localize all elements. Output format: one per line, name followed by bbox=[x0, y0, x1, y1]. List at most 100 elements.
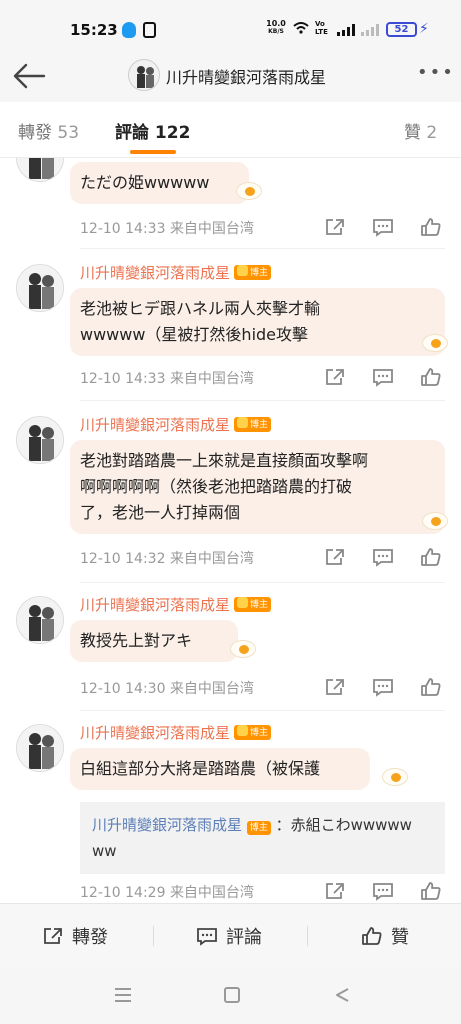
badge-label: 博主 bbox=[250, 268, 269, 278]
comment-actions bbox=[324, 547, 442, 567]
like-button[interactable]: 贊 bbox=[361, 923, 409, 949]
comment-text-line: 老池對踏踏農一上來就是直接顏面攻擊啊 bbox=[80, 451, 369, 470]
share-icon[interactable] bbox=[324, 217, 346, 237]
comment-time: 12-10 14:30 bbox=[80, 681, 166, 697]
signal-2-icon bbox=[361, 24, 379, 36]
comment-time: 12-10 14:33 bbox=[80, 371, 166, 387]
comment-actions bbox=[324, 217, 442, 237]
username[interactable]: 川升晴變銀河落雨成星 bbox=[80, 722, 230, 743]
back-arrow-icon[interactable] bbox=[12, 63, 46, 89]
tab-repost[interactable]: 轉發 53 bbox=[18, 118, 79, 143]
comment-source: 来自中国台湾 bbox=[169, 551, 254, 567]
egg-sticker-icon bbox=[230, 640, 256, 658]
header-avatar[interactable] bbox=[128, 59, 160, 91]
back-triangle-icon[interactable] bbox=[334, 987, 350, 1003]
share-icon bbox=[44, 928, 62, 944]
like-icon[interactable] bbox=[420, 881, 442, 901]
comment-text: 白組這部分大將是踏踏農（被保護 bbox=[70, 748, 371, 790]
wifi-icon bbox=[293, 22, 309, 34]
tab-bar: 轉發 53 評論 122 贊 2 bbox=[0, 102, 461, 158]
volte-indicator: Vo LTE bbox=[315, 20, 328, 36]
like-label: 贊 bbox=[391, 927, 409, 948]
avatar[interactable] bbox=[16, 158, 64, 182]
reply-icon[interactable] bbox=[372, 677, 394, 697]
reply-icon[interactable] bbox=[372, 217, 394, 237]
username[interactable]: 川升晴變銀河落雨成星 bbox=[80, 594, 230, 615]
reply-icon[interactable] bbox=[372, 547, 394, 567]
network-speed-value: 10.0 bbox=[266, 19, 286, 28]
divider bbox=[80, 582, 445, 583]
like-icon[interactable] bbox=[420, 367, 442, 387]
qq-icon bbox=[122, 22, 136, 38]
status-bar: 15:23 10.0 KB/S Vo LTE 52 ⚡ bbox=[0, 0, 461, 52]
reply-preview[interactable]: 川升晴變銀河落雨成星 博主 ：赤組こわwwwww ww bbox=[80, 802, 445, 874]
comment-meta: 12-10 14:33 来自中国台湾 bbox=[80, 218, 254, 238]
share-icon[interactable] bbox=[324, 367, 346, 387]
vip-icon bbox=[237, 725, 249, 736]
comment-button[interactable]: 評論 bbox=[196, 923, 262, 949]
divider bbox=[80, 710, 445, 711]
avatar[interactable] bbox=[16, 416, 64, 464]
app-header: 川升晴變銀河落雨成星 ••• bbox=[0, 52, 461, 102]
avatar[interactable] bbox=[16, 264, 64, 312]
avatar[interactable] bbox=[16, 724, 64, 772]
reply-icon[interactable] bbox=[372, 881, 394, 901]
avatar-illustration bbox=[17, 158, 63, 181]
tab-comments-label: 評論 bbox=[115, 123, 149, 143]
signal-icon bbox=[337, 24, 355, 36]
comment-time: 12-10 14:32 bbox=[80, 551, 166, 567]
comment-source: 来自中国台湾 bbox=[169, 371, 254, 387]
vip-icon bbox=[237, 417, 249, 428]
reply-icon[interactable] bbox=[372, 367, 394, 387]
divider bbox=[80, 248, 445, 249]
username[interactable]: 川升晴變銀河落雨成星 bbox=[80, 262, 230, 283]
comment-author-row: 川升晴變銀河落雨成星 博主 bbox=[80, 262, 272, 283]
like-icon[interactable] bbox=[420, 217, 442, 237]
repost-button[interactable]: 轉發 bbox=[42, 923, 108, 949]
blogger-badge: 博主 bbox=[234, 597, 272, 612]
comment-meta: 12-10 14:30 来自中国台湾 bbox=[80, 678, 254, 698]
comment-text: 教授先上對アキ bbox=[70, 620, 239, 662]
comment-time: 12-10 14:29 bbox=[80, 885, 166, 901]
home-icon[interactable] bbox=[224, 987, 240, 1003]
badge-label: 博主 bbox=[250, 728, 269, 738]
notification-app-icon bbox=[143, 22, 156, 38]
tab-likes-label: 贊 bbox=[404, 123, 421, 143]
comment-source: 来自中国台湾 bbox=[169, 221, 254, 237]
comment-source: 来自中国台湾 bbox=[169, 885, 254, 901]
separator bbox=[153, 926, 154, 946]
tab-repost-count: 53 bbox=[57, 123, 80, 143]
badge-label: 博主 bbox=[250, 600, 269, 610]
avatar-illustration bbox=[17, 597, 63, 643]
divider bbox=[80, 400, 445, 401]
more-options-icon[interactable]: ••• bbox=[417, 62, 455, 83]
egg-sticker-icon bbox=[236, 182, 262, 200]
avatar[interactable] bbox=[16, 596, 64, 644]
like-icon bbox=[362, 927, 382, 945]
recent-apps-icon[interactable] bbox=[114, 987, 132, 1003]
blogger-badge: 博主 bbox=[234, 417, 272, 432]
comment-feed[interactable]: ただの姫wwwww 12-10 14:33 来自中国台湾 川升晴變銀河落雨成星 … bbox=[0, 158, 461, 903]
tab-comments[interactable]: 評論 122 bbox=[115, 118, 190, 143]
comment-actions bbox=[324, 881, 442, 901]
comment-label: 評論 bbox=[226, 927, 262, 948]
comment-text-line: 了，老池一人打掉兩個 bbox=[80, 503, 241, 522]
share-icon[interactable] bbox=[324, 677, 346, 697]
username[interactable]: 川升晴變銀河落雨成星 bbox=[80, 414, 230, 435]
tab-comments-count: 122 bbox=[154, 123, 191, 143]
tab-likes[interactable]: 贊 2 bbox=[404, 118, 437, 143]
page-title: 川升晴變銀河落雨成星 bbox=[166, 68, 327, 87]
tab-repost-label: 轉發 bbox=[18, 123, 52, 143]
charging-icon: ⚡ bbox=[419, 21, 429, 37]
share-icon[interactable] bbox=[324, 881, 346, 901]
comment-author-row: 川升晴變銀河落雨成星 博主 bbox=[80, 414, 272, 435]
share-icon[interactable] bbox=[324, 547, 346, 567]
comment-text-line: wwwww（星被打然後hide攻擊 bbox=[80, 325, 309, 344]
comment-author-row: 川升晴變銀河落雨成星 博主 bbox=[80, 594, 272, 615]
repost-label: 轉發 bbox=[72, 927, 108, 948]
like-icon[interactable] bbox=[420, 677, 442, 697]
reply-username[interactable]: 川升晴變銀河落雨成星 bbox=[92, 816, 242, 834]
avatar-illustration bbox=[17, 725, 63, 771]
like-icon[interactable] bbox=[420, 547, 442, 567]
blogger-badge: 博主 bbox=[234, 725, 272, 740]
